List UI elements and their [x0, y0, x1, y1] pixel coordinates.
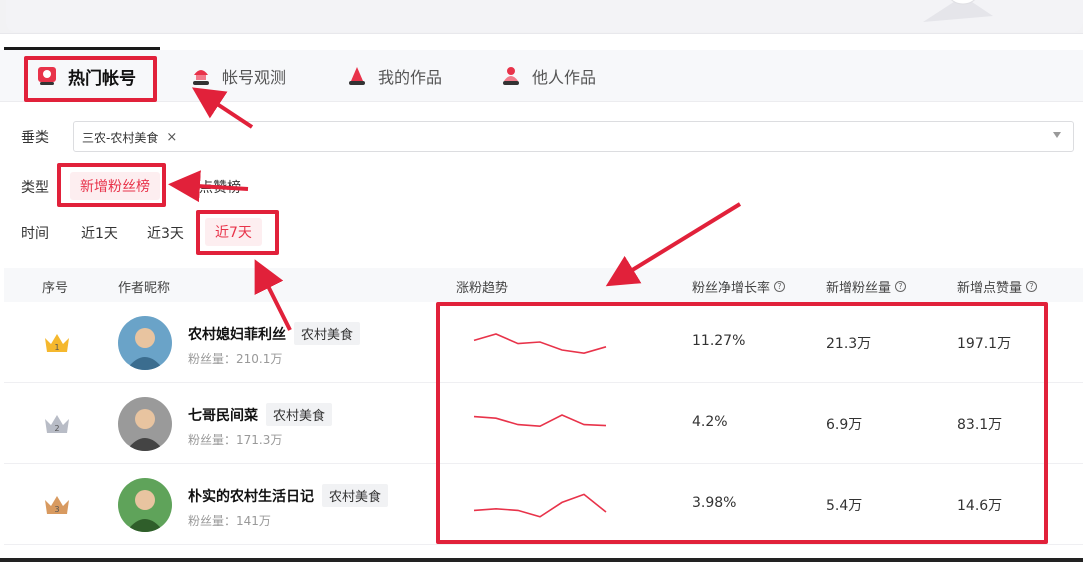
time-option-3d[interactable]: 近3天 [147, 223, 184, 243]
header-new-likes-label: 新增点赞量 [957, 281, 1023, 296]
table-row[interactable]: 1 农村媳妇菲利丝 农村美食 粉丝量：210.1万 11.27% 21.3万 1… [4, 302, 1083, 383]
crown-rank-icon: 1 [45, 334, 69, 352]
others-works-icon [503, 67, 519, 85]
tabs-bar: 热门帐号 帐号观测 我的作品 他人作品 [0, 50, 1083, 102]
bottom-divider [0, 558, 1083, 562]
time-option-7d[interactable]: 近7天 [205, 218, 262, 246]
header-new-likes[interactable]: 新增点赞量? [957, 277, 1038, 296]
header-author: 作者昵称 [118, 277, 170, 296]
avatar[interactable] [118, 316, 172, 370]
header-new-fans[interactable]: 新增粉丝量? [826, 277, 907, 296]
tab-account-observe[interactable]: 帐号观测 [190, 50, 286, 102]
new-likes-value: 197.1万 [957, 336, 1012, 352]
category-tag: 农村美食 [322, 484, 389, 507]
tab-hot-accounts[interactable]: 热门帐号 [36, 50, 136, 102]
new-likes-value: 83.1万 [957, 417, 1003, 433]
category-tag: 农村美食 [266, 403, 333, 426]
help-icon[interactable]: ? [895, 281, 907, 292]
banner-card [6, 0, 1083, 32]
type-option-new-fans[interactable]: 新增粉丝榜 [70, 172, 160, 200]
header-rank-label: 序号 [42, 281, 69, 296]
table-row[interactable]: 2 七哥民间菜 农村美食 粉丝量：171.3万 4.2% 6.9万 83.1万 [4, 383, 1083, 464]
rank-number: 1 [54, 343, 59, 352]
my-works-icon [349, 67, 365, 85]
category-chip-label: 三农-农村美食 [82, 130, 159, 145]
header-new-fans-label: 新增粉丝量 [826, 281, 892, 296]
tab-label: 热门帐号 [68, 68, 136, 89]
account-observe-icon [193, 70, 209, 85]
top-banner [0, 0, 1083, 34]
header-author-label: 作者昵称 [118, 281, 171, 296]
header-growth-rate[interactable]: 粉丝净增长率? [692, 277, 786, 296]
category-chip: 三农-农村美食 × [82, 128, 177, 146]
author-name-label: 朴实的农村生活日记 [188, 488, 314, 505]
trend-line [473, 493, 607, 518]
time-label: 时间 [21, 226, 49, 242]
page-root: 热门帐号 帐号观测 我的作品 他人作品 垂类 三农-农村美食 × 类型 新增粉丝… [0, 0, 1083, 562]
hot-account-icon [38, 67, 56, 85]
table-header: 序号 作者昵称 涨粉趋势 粉丝净增长率? 新增粉丝量? 新增点赞量? [4, 268, 1083, 302]
help-icon[interactable]: ? [1026, 281, 1038, 292]
tab-label: 帐号观测 [222, 68, 287, 87]
time-option-1d[interactable]: 近1天 [81, 223, 118, 243]
author-name[interactable]: 朴实的农村生活日记 农村美食 [188, 484, 389, 507]
growth-rate-value: 11.27% [692, 333, 746, 349]
tab-label: 我的作品 [378, 68, 443, 87]
tab-others-works[interactable]: 他人作品 [500, 50, 596, 102]
header-growth-rate-label: 粉丝净增长率 [692, 281, 771, 296]
growth-rate-value: 3.98% [692, 495, 737, 511]
new-fans-value: 21.3万 [826, 336, 872, 352]
crown-rank-icon: 2 [45, 415, 69, 433]
fan-count: 粉丝量：141万 [188, 514, 271, 528]
rank-number: 3 [54, 505, 59, 514]
rank-number: 2 [54, 424, 59, 433]
author-name[interactable]: 七哥民间菜 农村美食 [188, 403, 333, 426]
chevron-down-icon[interactable] [1053, 132, 1061, 138]
type-option-new-likes[interactable]: 增点赞榜 [185, 177, 241, 197]
type-label: 类型 [21, 180, 49, 196]
new-likes-value: 14.6万 [957, 498, 1003, 514]
banner-decoration-icon [923, 0, 993, 22]
avatar[interactable] [118, 397, 172, 451]
author-name-label: 七哥民间菜 [188, 407, 258, 424]
tab-my-works[interactable]: 我的作品 [346, 50, 442, 102]
tab-label: 他人作品 [532, 68, 597, 87]
header-trend: 涨粉趋势 [456, 277, 508, 296]
table-row[interactable]: 3 朴实的农村生活日记 农村美食 粉丝量：141万 3.98% 5.4万 14.… [4, 464, 1083, 545]
trend-line [473, 414, 607, 428]
category-tag: 农村美食 [294, 322, 361, 345]
new-fans-value: 6.9万 [826, 417, 863, 433]
author-name[interactable]: 农村媳妇菲利丝 农村美食 [188, 322, 361, 345]
crown-rank-icon: 3 [45, 496, 69, 514]
trend-sparkline [473, 414, 607, 428]
category-select[interactable]: 三农-农村美食 × [73, 121, 1074, 152]
avatar[interactable] [118, 478, 172, 532]
growth-rate-value: 4.2% [692, 414, 728, 430]
fan-count: 粉丝量：171.3万 [188, 433, 283, 447]
author-name-label: 农村媳妇菲利丝 [188, 326, 286, 343]
header-trend-label: 涨粉趋势 [456, 281, 509, 296]
header-rank: 序号 [42, 277, 68, 296]
new-fans-value: 5.4万 [826, 498, 863, 514]
trend-sparkline [473, 333, 607, 355]
trend-line [473, 333, 607, 355]
category-label: 垂类 [21, 130, 49, 146]
close-icon[interactable]: × [166, 130, 177, 145]
help-icon[interactable]: ? [774, 281, 786, 292]
trend-sparkline [473, 493, 607, 518]
fan-count: 粉丝量：210.1万 [188, 352, 283, 366]
